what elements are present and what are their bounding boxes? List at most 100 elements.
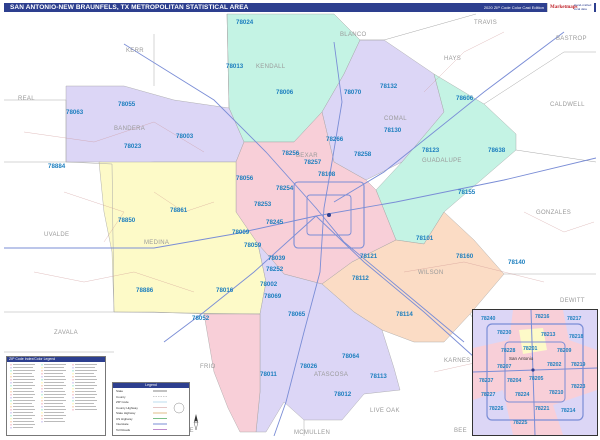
zip-label: 78016 [216, 287, 234, 294]
inset-canvas: San Antonio 78240 78216 78217 78230 7821… [473, 310, 597, 435]
inset-zip-label: 78201 [523, 346, 538, 352]
zip-label: 78055 [118, 101, 136, 108]
zip-label: 78252 [266, 266, 284, 273]
zip-label: 78063 [66, 109, 84, 116]
zip-label: 78006 [276, 89, 294, 96]
publisher-logo: Marketmaps Hand-crafted local data [547, 3, 594, 12]
inset-zip-label: 78210 [549, 390, 564, 396]
map-title: SAN ANTONIO-NEW BRAUNFELS, TX METROPOLIT… [10, 4, 249, 11]
zip-label: 78155 [458, 189, 476, 196]
county-label: ZAVALA [54, 330, 78, 336]
county-label: DEWITT [560, 298, 585, 304]
zip-label: 78114 [396, 311, 413, 318]
legend-scale-icon [173, 402, 185, 414]
zip-label: 78113 [370, 373, 387, 380]
county-label: COMAL [384, 116, 407, 122]
zip-label: 78052 [192, 315, 210, 322]
zip-label: 78850 [118, 217, 136, 224]
zip-label: 78256 [282, 150, 300, 157]
inset-zip-label: 78224 [515, 392, 530, 398]
county-label: KARNES [444, 358, 470, 364]
edition-label: 2020 ZIP Code Color Cast Edition [483, 5, 544, 10]
county-label: HAYS [444, 56, 461, 62]
map-frame: SAN ANTONIO-NEW BRAUNFELS, TX METROPOLIT… [0, 0, 600, 440]
zip-label: 78266 [326, 136, 344, 143]
county-label: KERR [126, 48, 144, 54]
county-label: GUADALUPE [422, 158, 462, 164]
inset-zip-label: 78213 [541, 332, 556, 338]
zip-label: 78130 [384, 127, 402, 134]
inset-zip-label: 78221 [535, 406, 550, 412]
zip-label: 78065 [288, 311, 306, 318]
legend-row-label: State Highway [116, 411, 136, 415]
zip-label: 78132 [380, 83, 398, 90]
inset-zip-label: 78230 [497, 330, 512, 336]
inset-zip-label: 78204 [507, 378, 522, 384]
inset-zip-label: 78217 [567, 316, 582, 322]
county-label: REAL [18, 96, 35, 102]
zip-label: 78160 [456, 253, 474, 260]
inset-zip-label: 78205 [529, 376, 544, 382]
county-label: UVALDE [44, 232, 69, 238]
county-label: BEE [454, 428, 467, 434]
inset-downtown-marker [531, 368, 535, 372]
legend-row-label: US Highway [116, 416, 133, 421]
county-label: BASTROP [556, 36, 587, 42]
zip-index-table [10, 364, 97, 429]
inset-zip-label: 78226 [489, 406, 504, 412]
zip-label: 78013 [226, 63, 244, 70]
county-label: GONZALES [536, 210, 571, 216]
zip-label: 78253 [254, 201, 272, 208]
legend-row-label: State [116, 389, 124, 393]
zip-label: 78123 [422, 147, 440, 154]
zip-label: 78002 [260, 281, 278, 288]
zip-label: 78059 [244, 242, 262, 249]
zip-label: 78861 [170, 207, 188, 214]
legend-panel: Legend State County ZIP Code County High… [112, 382, 190, 436]
legend-row-label: County [116, 394, 126, 399]
title-bar: SAN ANTONIO-NEW BRAUNFELS, TX METROPOLIT… [4, 3, 596, 12]
zip-label: 78638 [488, 147, 506, 154]
inset-zip-label: 78218 [569, 334, 584, 340]
zip-label: 78003 [176, 133, 194, 140]
compass-rose-icon [193, 414, 199, 430]
zip-label: 78884 [48, 163, 66, 170]
county-label: BANDERA [114, 126, 145, 132]
county-label: MCMULLEN [294, 430, 330, 436]
zip-label: 78009 [232, 229, 250, 236]
inset-map: San Antonio 78240 78216 78217 78230 7821… [472, 309, 598, 436]
zip-label: 78254 [276, 185, 294, 192]
zip-label: 78140 [508, 259, 526, 266]
county-label: WILSON [418, 270, 443, 276]
zip-label: 78886 [136, 287, 154, 294]
county-label: TRAVIS [474, 20, 497, 26]
county-label: BLANCO [340, 32, 367, 38]
inset-zip-label: 78223 [571, 384, 586, 390]
zip-label: 78101 [416, 235, 434, 242]
zip-label: 78121 [360, 253, 378, 260]
legend-row-label: County Highway [116, 405, 138, 410]
zip-label: 78108 [318, 171, 336, 178]
inset-zip-label: 78228 [501, 348, 516, 354]
inset-zip-label: 78219 [571, 362, 586, 368]
zip-label: 78258 [354, 151, 372, 158]
inset-zip-label: 78202 [547, 362, 562, 368]
zip-label: 78023 [124, 143, 142, 150]
inset-zip-label: 78227 [481, 392, 496, 398]
zip-index-rows [10, 364, 97, 429]
county-label: FRIO [200, 364, 216, 370]
county-label: MEDINA [144, 240, 169, 246]
zip-label: 78112 [352, 275, 369, 282]
zip-label: 78257 [304, 159, 322, 166]
inset-zip-label: 78207 [497, 364, 512, 370]
inset-city-label: San Antonio [509, 356, 534, 361]
inset-zip-label: 78225 [513, 420, 528, 426]
zip-label: 78056 [236, 175, 254, 182]
zip-label: 78245 [266, 219, 284, 226]
legend-row-label: Interstate [116, 422, 129, 426]
zip-label: 78039 [268, 255, 286, 262]
inset-zip-label: 78216 [535, 314, 550, 320]
zip-label: 78026 [300, 363, 318, 370]
county-label: ATASCOSA [314, 372, 348, 378]
zip-label: 78069 [264, 293, 282, 300]
